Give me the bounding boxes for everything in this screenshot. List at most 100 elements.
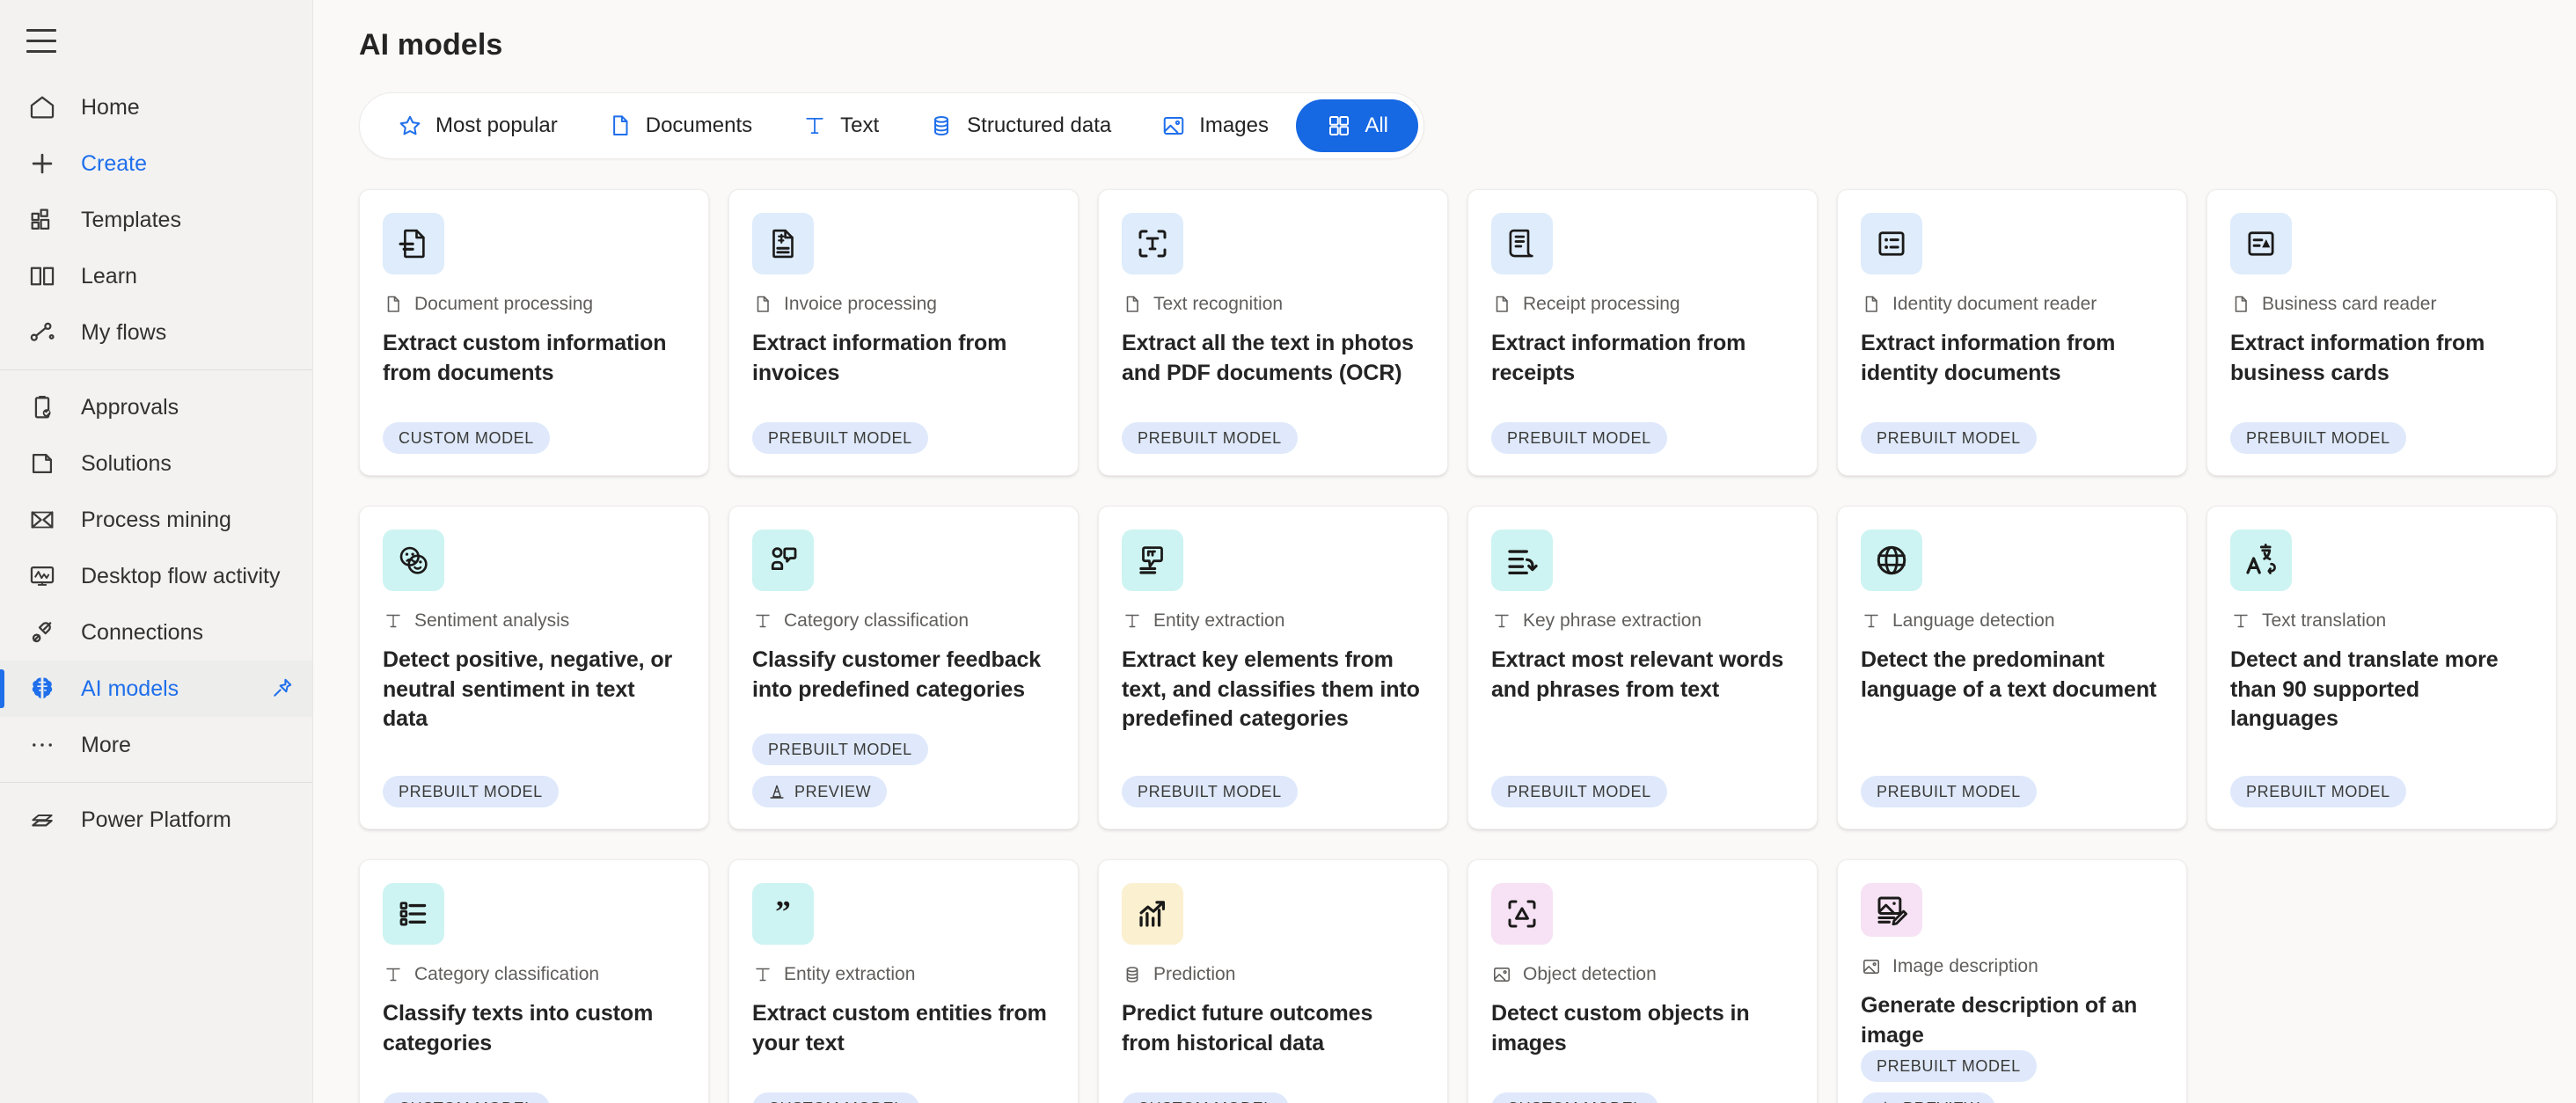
sidebar-item-more[interactable]: More [0,717,312,773]
model-title: Classify customer feedback into predefin… [752,647,1042,702]
model-title: Extract custom information from document… [383,331,667,385]
status-badge: CUSTOM MODEL [383,422,550,454]
model-category: Text translation [2230,610,2533,632]
sidebar-item-label: Templates [81,207,181,232]
model-card-cell: Prediction Predict future outcomes from h… [1098,859,1467,1103]
model-badges: PREBUILT MODEL [1861,776,2163,807]
filter-tab-text[interactable]: Text [777,99,904,152]
business-card-icon [2230,213,2292,274]
model-card[interactable]: Category classification Classify customer… [728,506,1079,829]
model-badges: PREBUILT MODEL [1861,422,2163,454]
filter-tab-structured-data[interactable]: Structured data [904,99,1136,152]
model-category: Entity extraction [1122,610,1424,632]
image-edit-icon [1861,883,1922,937]
sidebar-item-approvals[interactable]: Approvals [0,379,312,435]
hamburger-bar [26,49,56,53]
sidebar-item-connections[interactable]: Connections [0,604,312,661]
document-icon [1491,294,1512,315]
flow-icon [26,317,58,348]
model-title: Extract information from receipts [1491,331,1746,385]
filter-tab-all[interactable]: All [1296,99,1418,152]
image-icon [1491,964,1512,985]
status-badge: PREBUILT MODEL [2230,422,2406,454]
model-badges: PREBUILT MODEL [2230,422,2533,454]
model-title: Extract custom entities from your text [752,1001,1047,1056]
status-badge: PREBUILT MODEL [1491,422,1667,454]
model-category-label: Text translation [2262,610,2387,631]
text-t-icon [1861,610,1882,632]
sidebar-item-templates[interactable]: Templates [0,192,312,248]
status-badge-label: PREBUILT MODEL [1138,782,1282,800]
model-card[interactable]: Sentiment analysis Detect positive, negat… [359,506,709,829]
model-badges: PREBUILT MODEL [2230,776,2533,807]
model-card-cell: Identity document reader Extract informat… [1837,189,2206,506]
model-category: Identity document reader [1861,294,2163,315]
status-badge-label: PREBUILT MODEL [1877,1056,2021,1075]
ai-models-grid: Document processing Extract custom inform… [359,189,2576,1103]
model-card-cell: Entity extraction Extract key elements fr… [1098,506,1467,859]
model-title: Classify texts into custom categories [383,1001,654,1056]
image-icon [1861,956,1882,977]
model-card[interactable]: Category classification Classify texts in… [359,859,709,1103]
document-icon [752,294,773,315]
text-t-icon [1122,610,1143,632]
sidebar-item-my-flows[interactable]: My flows [0,304,312,361]
list-categories-icon [383,883,444,945]
status-badge-label: PREBUILT MODEL [399,782,543,800]
sidebar-item-process-mining[interactable]: Process mining [0,492,312,548]
hamburger-bar [26,28,56,32]
model-category: Business card reader [2230,294,2533,315]
sidebar-item-label: Home [81,94,140,120]
model-card-cell: Category classification Classify texts in… [359,859,728,1103]
status-badge-label: PREBUILT MODEL [1138,428,1282,447]
model-card-cell: Document processing Extract custom inform… [359,189,728,506]
sidebar-item-create[interactable]: Create [0,135,312,192]
model-card[interactable]: ” Entity extraction Extract custom entitie… [728,859,1079,1103]
status-badge-label: CUSTOM MODEL [1138,1099,1273,1103]
model-category: Entity extraction [752,964,1055,985]
filter-tab-most-popular[interactable]: Most popular [372,99,582,152]
model-card[interactable]: Business card reader Extract information … [2206,189,2557,476]
filter-tab-documents[interactable]: Documents [582,99,777,152]
model-card[interactable]: Invoice processing Extract information fr… [728,189,1079,476]
model-card[interactable]: Receipt processing Extract information fr… [1467,189,1818,476]
sidebar-item-label: Desktop flow activity [81,563,281,588]
ellipsis-icon [26,729,58,761]
text-t-icon [752,964,773,985]
sidebar-item-desktop-flow-activity[interactable]: Desktop flow activity [0,548,312,604]
sidebar-item-power-platform[interactable]: Power Platform [0,792,312,848]
sidebar-item-label: Connections [81,619,203,645]
sidebar-item-learn[interactable]: Learn [0,248,312,304]
status-badge-label: PREBUILT MODEL [2246,428,2390,447]
pin-icon[interactable] [268,676,295,702]
model-category: Object detection [1491,964,1794,985]
model-title: Detect positive, negative, or neutral se… [383,647,673,731]
model-card[interactable]: Key phrase extraction Extract most releva… [1467,506,1818,829]
model-category: Document processing [383,294,685,315]
preview-cone-icon [768,783,786,800]
sidebar-item-home[interactable]: Home [0,79,312,135]
model-category-label: Receipt processing [1523,294,1680,314]
sidebar-item-solutions[interactable]: Solutions [0,435,312,492]
model-card[interactable]: Identity document reader Extract informat… [1837,189,2187,476]
model-badges: CUSTOM MODEL [383,422,685,454]
sidebar-item-ai-models[interactable]: AI models [0,661,312,717]
model-card[interactable]: Object detection Detect custom objects in… [1467,859,1818,1103]
model-card[interactable]: Image description Generate description of… [1837,859,2187,1103]
model-category: Language detection [1861,610,2163,632]
model-card-cell: Sentiment analysis Detect positive, negat… [359,506,728,859]
model-card[interactable]: Language detection Detect the predominant… [1837,506,2187,829]
model-card[interactable]: Text recognition Extract all the text in … [1098,189,1448,476]
model-card-cell: Object detection Detect custom objects in… [1467,859,1837,1103]
model-badges: PREBUILT MODEL PREVIEW [752,734,1055,807]
model-card[interactable]: Document processing Extract custom inform… [359,189,709,476]
model-card[interactable]: Entity extraction Extract key elements fr… [1098,506,1448,829]
model-card[interactable]: Prediction Predict future outcomes from h… [1098,859,1448,1103]
model-card[interactable]: Text translation Detect and translate mor… [2206,506,2557,829]
filter-tab-images[interactable]: Images [1136,99,1293,152]
status-badge-label: PREBUILT MODEL [768,740,912,758]
model-category-label: Sentiment analysis [414,610,570,631]
status-badge-label: PREBUILT MODEL [1877,428,2021,447]
model-category: Text recognition [1122,294,1424,315]
menu-hamburger-button[interactable] [26,16,76,65]
